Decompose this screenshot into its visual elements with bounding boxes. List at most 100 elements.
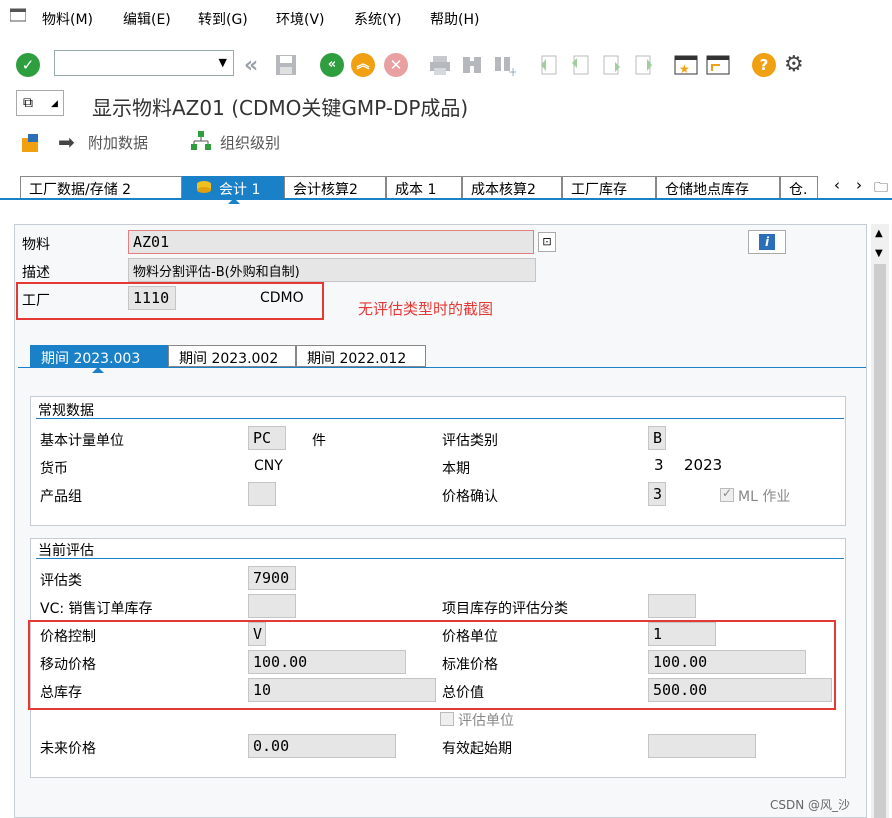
org-levels-icon[interactable] xyxy=(190,130,212,156)
tab-period-2023-003[interactable]: 期间 2023.003 xyxy=(30,345,168,367)
main-tabstrip: 工厂数据/存储 2 会计 1 会计核算2 成本 1 成本核算2 工厂库存 仓储地… xyxy=(0,176,892,200)
svg-text:+: + xyxy=(508,65,516,77)
coins-icon xyxy=(196,180,212,194)
check-icon: ✓ xyxy=(722,486,733,500)
chevron-down-icon[interactable]: ▼ xyxy=(219,56,227,69)
valuated-unit-checkbox[interactable] xyxy=(440,712,454,726)
tab-costing-2[interactable]: 成本核算2 xyxy=(462,176,562,198)
price-control-label: 价格控制 xyxy=(40,629,96,645)
currency-label: 货币 xyxy=(40,461,68,477)
tab-plant-stock[interactable]: 工厂库存 xyxy=(562,176,656,198)
price-control-field[interactable]: V xyxy=(248,622,266,646)
enter-icon[interactable]: ✓ xyxy=(16,53,40,77)
tab-more[interactable]: 仓. xyxy=(780,176,818,198)
shortcut-icon[interactable] xyxy=(706,53,730,77)
tab-scroll-right-icon[interactable]: › xyxy=(856,176,862,194)
price-determination-label: 价格确认 xyxy=(442,489,498,505)
menu-help[interactable]: 帮助(H) xyxy=(430,9,479,29)
period-tab-underline xyxy=(18,367,866,368)
project-stock-field[interactable] xyxy=(648,594,696,618)
help-icon[interactable]: ? xyxy=(752,53,776,77)
tab-plant-storage-2[interactable]: 工厂数据/存储 2 xyxy=(20,176,182,198)
back-icon[interactable]: « xyxy=(244,53,268,78)
back-green-icon[interactable]: « xyxy=(320,53,344,77)
standard-price-field[interactable]: 100.00 xyxy=(648,650,806,674)
menu-material[interactable]: 物料(M) xyxy=(42,9,93,29)
project-stock-label: 项目库存的评估分类 xyxy=(442,601,568,617)
ml-active-checkbox[interactable]: ✓ xyxy=(720,486,734,502)
current-valuation-title: 当前评估 xyxy=(38,543,94,559)
currency-field: CNY xyxy=(254,458,283,474)
save-icon[interactable] xyxy=(274,53,298,77)
svg-text:★: ★ xyxy=(679,62,690,76)
total-stock-field[interactable]: 10 xyxy=(248,678,436,702)
menu-system[interactable]: 系统(Y) xyxy=(354,9,401,29)
current-period-field: 3 xyxy=(654,456,664,474)
vc-sales-order-label: VC: 销售订单库存 xyxy=(40,601,153,617)
tab-accounting-2[interactable]: 会计核算2 xyxy=(284,176,386,198)
last-page-icon[interactable] xyxy=(632,53,656,77)
moving-price-label: 移动价格 xyxy=(40,657,96,673)
product-group-label: 产品组 xyxy=(40,489,82,505)
find-icon[interactable] xyxy=(460,53,484,77)
total-stock-label: 总库存 xyxy=(40,685,82,701)
base-uom-text: 件 xyxy=(312,433,326,449)
additional-data-button[interactable]: 附加数据 xyxy=(88,132,148,153)
plant-field[interactable]: 1110 xyxy=(128,286,176,310)
menu-environment[interactable]: 环境(V) xyxy=(276,9,325,29)
org-levels-button[interactable]: 组织级别 xyxy=(220,132,280,153)
valuation-class-field[interactable]: 7900 xyxy=(248,566,296,590)
base-uom-field[interactable]: PC xyxy=(248,426,286,450)
material-field[interactable]: AZ01 xyxy=(128,230,534,254)
material-detail-icon[interactable]: ⊡ xyxy=(538,232,556,252)
valuation-class-label: 评估类 xyxy=(40,573,82,589)
vc-sales-order-field[interactable] xyxy=(248,594,296,618)
scroll-up-icon[interactable]: ▲ xyxy=(875,228,883,239)
material-label: 物料 xyxy=(22,237,50,253)
price-unit-field[interactable]: 1 xyxy=(648,622,716,646)
valid-from-field[interactable] xyxy=(648,734,756,758)
plant-name: CDMO xyxy=(260,290,304,306)
tab-list-icon[interactable]: 🗀 xyxy=(874,177,888,201)
create-session-icon[interactable]: ★ xyxy=(674,53,698,77)
arrow-right-icon[interactable]: ➡ xyxy=(58,130,75,154)
prev-page-icon[interactable] xyxy=(568,53,592,77)
find-next-icon[interactable]: + xyxy=(492,53,518,79)
scroll-down-icon[interactable]: ▼ xyxy=(875,248,883,259)
description-field[interactable]: 物料分割评估-B(外购和自制) xyxy=(128,258,536,282)
next-page-icon[interactable] xyxy=(600,53,624,77)
menu-goto[interactable]: 转到(G) xyxy=(198,9,248,29)
print-icon[interactable] xyxy=(428,53,452,77)
price-determination-field[interactable]: 3 xyxy=(648,482,666,506)
scrollbar-thumb[interactable] xyxy=(874,264,886,818)
moving-price-field[interactable]: 100.00 xyxy=(248,650,406,674)
tab-storage-loc-stock[interactable]: 仓储地点库存 xyxy=(656,176,780,198)
command-field[interactable]: ▼ xyxy=(54,50,234,76)
tab-costing-1[interactable]: 成本 1 xyxy=(386,176,462,198)
active-tab-pointer xyxy=(228,198,240,204)
exit-icon[interactable]: ︽ xyxy=(351,53,375,77)
page-title: 显示物料AZ01 (CDMO关键GMP-DP成品) xyxy=(92,96,469,120)
total-value-label: 总价值 xyxy=(442,685,484,701)
cancel-icon[interactable]: ✕ xyxy=(384,53,408,77)
settings-icon[interactable]: ⚙ xyxy=(784,53,808,77)
price-unit-label: 价格单位 xyxy=(442,629,498,645)
menu-bar: 物料(M) 编辑(E) 转到(G) 环境(V) 系统(Y) 帮助(H) xyxy=(0,0,892,36)
screen-menu-button[interactable]: ⧉ ◢ xyxy=(16,90,64,116)
tab-period-2022-012[interactable]: 期间 2022.012 xyxy=(296,345,426,367)
first-page-icon[interactable] xyxy=(536,53,560,77)
menu-edit[interactable]: 编辑(E) xyxy=(123,9,171,29)
info-icon[interactable]: i xyxy=(748,230,786,254)
vertical-scrollbar[interactable]: ▲ ▼ xyxy=(871,224,889,818)
valid-from-label: 有效起始期 xyxy=(442,741,512,757)
product-group-field[interactable] xyxy=(248,482,276,506)
total-value-field[interactable]: 500.00 xyxy=(648,678,832,702)
general-data-title: 常规数据 xyxy=(38,403,94,419)
tab-period-2023-002[interactable]: 期间 2023.002 xyxy=(168,345,296,367)
tab-scroll-left-icon[interactable]: ‹ xyxy=(834,176,840,194)
org-structure-icon[interactable] xyxy=(20,132,42,158)
menu-icon[interactable] xyxy=(9,8,27,22)
valuation-category-field[interactable]: B xyxy=(648,426,666,450)
tab-accounting-1-label: 会计 1 xyxy=(219,182,261,198)
future-price-field[interactable]: 0.00 xyxy=(248,734,396,758)
